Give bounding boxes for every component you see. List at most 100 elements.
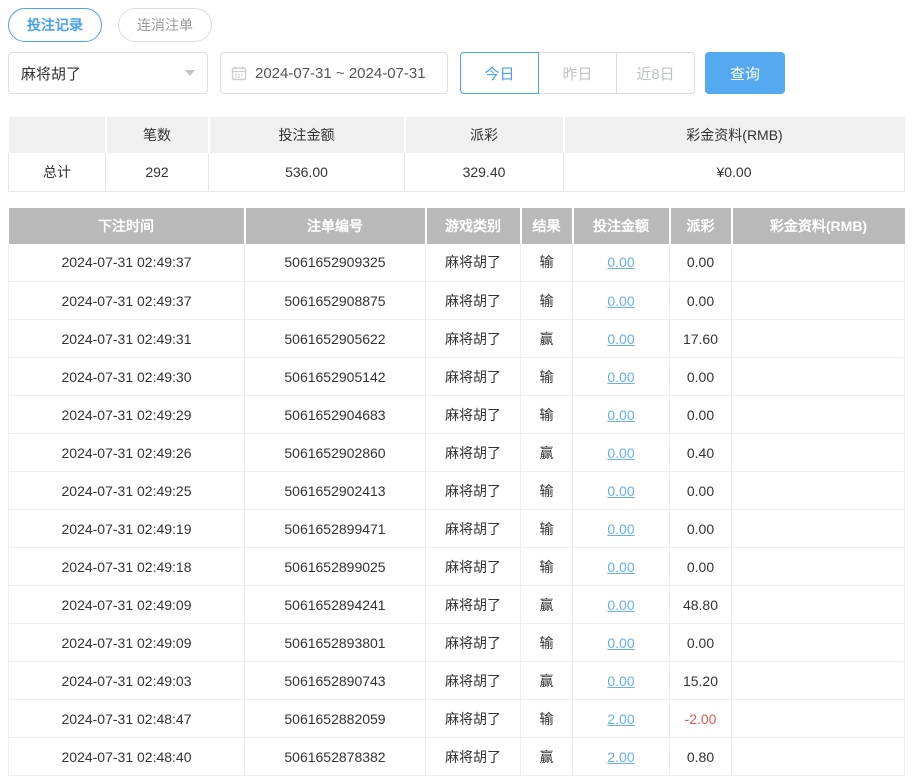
cell-bet-id: 5061652905142 [245,358,426,396]
tab-bet-records[interactable]: 投注记录 [8,8,102,42]
table-row: 2024-07-31 02:49:295061652904683麻将胡了输0.0… [9,396,905,434]
cell-bonus [732,244,905,282]
tab-bar: 投注记录 连消注单 [8,8,912,42]
cell-payout: 0.00 [670,510,732,548]
cell-bet-id: 5061652902413 [245,472,426,510]
cell-payout: 0.00 [670,624,732,662]
game-select[interactable]: 麻将胡了 [8,52,208,94]
records-header-time: 下注时间 [9,208,245,244]
cell-game-type: 麻将胡了 [426,586,521,624]
cell-bet-id: 5061652890743 [245,662,426,700]
cell-bet-id: 5061652904683 [245,396,426,434]
cell-result: 输 [521,358,573,396]
quick-today-button[interactable]: 今日 [460,52,539,94]
cell-bet-time: 2024-07-31 02:49:09 [9,624,245,662]
date-range-picker[interactable]: 2024-07-31 ~ 2024-07-31 [220,52,448,94]
cell-bet-amount: 0.00 [573,396,670,434]
cell-payout: 0.40 [670,434,732,472]
cell-payout: 0.00 [670,282,732,320]
calendar-icon [231,65,247,81]
cell-result: 赢 [521,662,573,700]
cell-payout: 17.60 [670,320,732,358]
cell-bonus [732,510,905,548]
cell-bet-time: 2024-07-31 02:49:19 [9,510,245,548]
cell-bet-amount: 0.00 [573,510,670,548]
cell-result: 输 [521,700,573,738]
table-row: 2024-07-31 02:49:185061652899025麻将胡了输0.0… [9,548,905,586]
bet-amount-link[interactable]: 0.00 [607,369,634,385]
table-row: 2024-07-31 02:49:265061652902860麻将胡了赢0.0… [9,434,905,472]
game-select-value: 麻将胡了 [21,63,81,84]
tab-cancelled-bets[interactable]: 连消注单 [118,8,212,42]
cell-game-type: 麻将胡了 [426,434,521,472]
summary-header-row: 笔数 投注金额 派彩 彩金资料(RMB) [9,117,905,153]
bet-amount-link[interactable]: 0.00 [607,635,634,651]
records-header-bet-id: 注单编号 [245,208,426,244]
cell-bet-time: 2024-07-31 02:49:31 [9,320,245,358]
cell-bet-amount: 0.00 [573,358,670,396]
date-range-value: 2024-07-31 ~ 2024-07-31 [255,65,426,82]
table-row: 2024-07-31 02:49:035061652890743麻将胡了赢 0.0… [9,662,905,700]
cell-game-type: 麻将胡了 [426,662,521,700]
cell-bonus [732,548,905,586]
cell-bonus [732,700,905,738]
bet-amount-link[interactable]: 0.00 [607,293,634,309]
bet-amount-link[interactable]: 0.00 [607,483,634,499]
cell-bet-amount: 0.00 [573,434,670,472]
cell-bonus [732,586,905,624]
bet-amount-link[interactable]: 0.00 [607,521,634,537]
cell-bet-amount: 0.00 [573,586,670,624]
summary-header-bet-amount: 投注金额 [209,117,405,153]
cell-payout: 15.20 [670,662,732,700]
cell-bet-time: 2024-07-31 02:49:03 [9,662,245,700]
table-row: 2024-07-31 02:49:375061652908875麻将胡了输0.0… [9,282,905,320]
cell-bet-amount: 0.00 [573,320,670,358]
search-button[interactable]: 查询 [705,52,785,94]
summary-header-bonus: 彩金资料(RMB) [564,117,905,153]
cell-game-type: 麻将胡了 [426,510,521,548]
cell-bet-time: 2024-07-31 02:49:25 [9,472,245,510]
cell-bet-id: 5061652905622 [245,320,426,358]
cell-bet-amount: 0.00 [573,624,670,662]
cell-bet-id: 5061652899471 [245,510,426,548]
cell-game-type: 麻将胡了 [426,624,521,662]
cell-payout: 0.00 [670,548,732,586]
bet-amount-link[interactable]: 0.00 [607,445,634,461]
cell-game-type: 麻将胡了 [426,700,521,738]
bet-amount-link[interactable]: 0.00 [607,597,634,613]
cell-bet-amount: 0.00 [573,472,670,510]
cell-game-type: 麻将胡了 [426,396,521,434]
summary-total-label: 总计 [9,153,106,191]
cell-bonus [732,396,905,434]
summary-total-row: 总计 292 536.00 329.40 ¥0.00 [9,153,905,191]
cell-bet-amount: 0.00 [573,282,670,320]
bet-amount-link[interactable]: 2.00 [607,711,634,727]
bet-amount-link[interactable]: 0.00 [607,407,634,423]
summary-table: 笔数 投注金额 派彩 彩金资料(RMB) 总计 292 536.00 329.4… [8,117,905,192]
cell-bonus [732,320,905,358]
quick-yesterday-button[interactable]: 昨日 [538,52,617,94]
cell-result: 赢 [521,320,573,358]
table-row: 2024-07-31 02:49:305061652905142麻将胡了输0.0… [9,358,905,396]
cell-bet-time: 2024-07-31 02:49:09 [9,586,245,624]
cell-game-type: 麻将胡了 [426,282,521,320]
bet-amount-link[interactable]: 0.00 [607,331,634,347]
table-row: 2024-07-31 02:49:195061652899471麻将胡了输 0.0… [9,510,905,548]
records-table: 下注时间 注单编号 游戏类别 结果 投注金额 派彩 彩金资料(RMB) 2024… [8,208,905,776]
table-row: 2024-07-31 02:49:255061652902413麻将胡了输0.0… [9,472,905,510]
cell-result: 输 [521,282,573,320]
bet-amount-link[interactable]: 0.00 [607,673,634,689]
cell-result: 输 [521,472,573,510]
cell-result: 输 [521,624,573,662]
cell-result: 输 [521,510,573,548]
cell-bet-time: 2024-07-31 02:48:47 [9,700,245,738]
cell-bet-time: 2024-07-31 02:49:26 [9,434,245,472]
cell-bet-id: 5061652893801 [245,624,426,662]
bet-amount-link[interactable]: 0.00 [607,559,634,575]
bet-amount-link[interactable]: 0.00 [607,254,634,270]
summary-total-bet-amount: 536.00 [209,153,405,191]
quick-date-group: 今日 昨日 近8日 [460,52,695,94]
summary-total-bonus: ¥0.00 [564,153,905,191]
table-row: 2024-07-31 02:49:315061652905622麻将胡了赢0.0… [9,320,905,358]
quick-last8days-button[interactable]: 近8日 [616,52,695,94]
